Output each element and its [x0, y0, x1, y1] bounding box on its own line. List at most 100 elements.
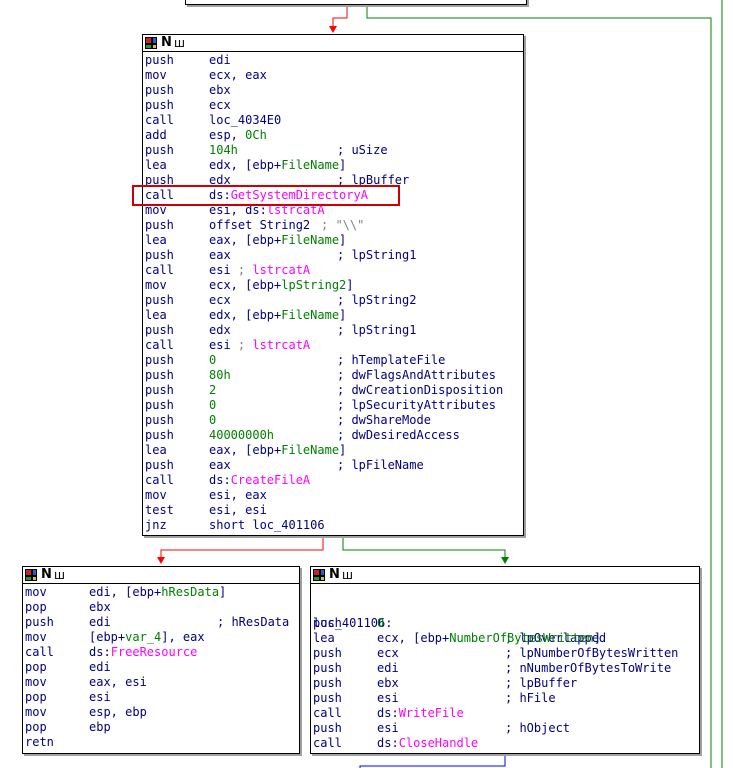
mnemonic: mov	[25, 585, 47, 599]
mnemonic: push	[145, 353, 174, 367]
right-block[interactable]: N ш loc_401106: ; lpOverlapped push 0 lea e…	[310, 566, 700, 754]
comment: ; hTemplateFile	[337, 353, 446, 367]
operand: ebx	[89, 600, 111, 615]
edge-out-right	[359, 752, 506, 768]
operand: loc_4034E0	[209, 113, 281, 128]
code-line: push 40000000h ; dwDesiredAccess	[145, 428, 521, 443]
code-line: call esi ; lstrcatA	[145, 338, 521, 353]
operand: eax, [ebp+FileName]	[209, 233, 346, 248]
code-line: push edx ; lpString1	[145, 323, 521, 338]
operand: 80h	[209, 368, 231, 383]
mnemonic: mov	[25, 630, 47, 644]
code-line: lea eax, [ebp+FileName]	[145, 443, 521, 458]
code-line-label: loc_401106: ; lpOverlapped	[313, 601, 697, 645]
code-line: push ecx	[145, 98, 521, 113]
operand: 0	[209, 413, 216, 428]
operand: ebp	[89, 720, 111, 735]
graph-icon	[313, 569, 325, 581]
mnemonic: mov	[25, 705, 47, 719]
operand-var: 0Ch	[245, 128, 267, 142]
operand: ecx, [ebp+lpString2]	[209, 278, 354, 293]
mnemonic: call	[145, 338, 174, 352]
code-line: push eax ; lpString1	[145, 248, 521, 263]
api-name: FreeResource	[110, 645, 198, 659]
operand: 0	[209, 398, 216, 413]
mnemonic: push	[313, 661, 342, 675]
api-name: lstrcatA	[252, 338, 311, 352]
operand-text: ebx	[89, 600, 111, 614]
operand-comment: ;	[237, 263, 253, 277]
operand-text: offset String2	[209, 218, 311, 232]
operand: ebx	[377, 676, 399, 691]
mnemonic: push	[145, 383, 174, 397]
left-block[interactable]: N ш mov edi, [ebp+hResData] pop ebx push edi;…	[22, 566, 300, 754]
prev-block[interactable]	[185, 0, 527, 5]
operand-text: ecx	[209, 293, 231, 307]
xref-icon: ш	[342, 568, 353, 582]
mnemonic: call	[145, 473, 174, 487]
comment: ; dwFlagsAndAttributes	[337, 368, 496, 382]
operand: esp, ebp	[89, 705, 147, 720]
code-line: pop ebx	[25, 600, 297, 615]
mnemonic: push	[145, 293, 174, 307]
operand-text: short loc_401106	[209, 518, 325, 532]
mnemonic: push	[313, 616, 342, 630]
operand: esi	[377, 691, 399, 706]
operand: edi	[89, 615, 111, 630]
comment: ; lpFileName	[337, 458, 424, 472]
operand: ds:CreateFileA	[209, 473, 310, 488]
edge-true-right	[342, 536, 506, 557]
operand: eax	[209, 458, 231, 473]
code-line: push edi ; hResData	[25, 615, 297, 630]
operand: esi ; lstrcatA	[209, 338, 310, 353]
operand: ecx, [ebp+NumberOfBytesWritten]	[377, 631, 601, 646]
operand-end: ]	[219, 585, 227, 599]
operand-text: ebp	[89, 720, 111, 734]
code-line: mov ecx, [ebp+lpString2]	[145, 278, 521, 293]
comment: ; lpString1	[337, 323, 417, 337]
operand-var: lpString2	[281, 278, 347, 292]
operand-text: ebx	[377, 676, 399, 690]
code-line: push 0	[313, 616, 697, 631]
code-line: mov [ebp+var_4], eax	[25, 630, 297, 645]
operand-text: ds:	[89, 645, 111, 659]
code-line: call ds:CreateFileA	[145, 473, 521, 488]
operand-text: esp, ebp	[89, 705, 147, 719]
right-block-code: loc_401106: ; lpOverlapped push 0 lea ecx, …	[311, 584, 699, 753]
comment: ; dwShareMode	[337, 413, 431, 427]
mnemonic: push	[145, 98, 174, 112]
code-line: pop esi	[25, 690, 297, 705]
operand: ecx	[377, 646, 399, 661]
code-line: call esi ; lstrcatA	[145, 263, 521, 278]
operand: edx, [ebp+FileName]	[209, 158, 346, 173]
right-block-header: N ш	[311, 567, 699, 584]
code-line: push esi ; hFile	[313, 691, 697, 706]
mnemonic: call	[145, 113, 174, 127]
operand-number: 40000000h	[209, 428, 275, 442]
edge-into-main-arrow	[329, 26, 337, 33]
code-line: push 0 ; hTemplateFile	[145, 353, 521, 368]
code-line: test esi, esi	[145, 503, 521, 518]
operand: esi, eax	[209, 488, 267, 503]
code-line: push 0 ; dwShareMode	[145, 413, 521, 428]
operand-text: eax, [ebp+	[209, 443, 282, 457]
operand: short loc_401106	[209, 518, 325, 533]
operand: edx, [ebp+FileName]	[209, 308, 346, 323]
graph-icon	[25, 569, 37, 581]
code-line: push 0 ; lpSecurityAttributes	[145, 398, 521, 413]
operand-number: 2	[209, 383, 217, 397]
operand-text: esi	[209, 338, 238, 352]
mnemonic: push	[313, 676, 342, 690]
code-line: call ds:CloseHandle	[313, 736, 697, 751]
mnemonic: retn	[25, 735, 54, 749]
operand-text: edi	[377, 661, 399, 675]
mnemonic: push	[145, 248, 174, 262]
operand-text: ebx	[209, 83, 231, 97]
operand-text: edx, [ebp+	[209, 308, 282, 322]
operand-text: esi, eax	[209, 488, 267, 502]
main-block[interactable]: N ш push edi mov ecx, eax push ebx push ecx call…	[142, 34, 524, 536]
operand-end: ]	[339, 308, 347, 322]
comment: ; nNumberOfBytesToWrite	[505, 661, 672, 675]
operand: esi	[89, 690, 111, 705]
mnemonic: test	[145, 503, 174, 517]
